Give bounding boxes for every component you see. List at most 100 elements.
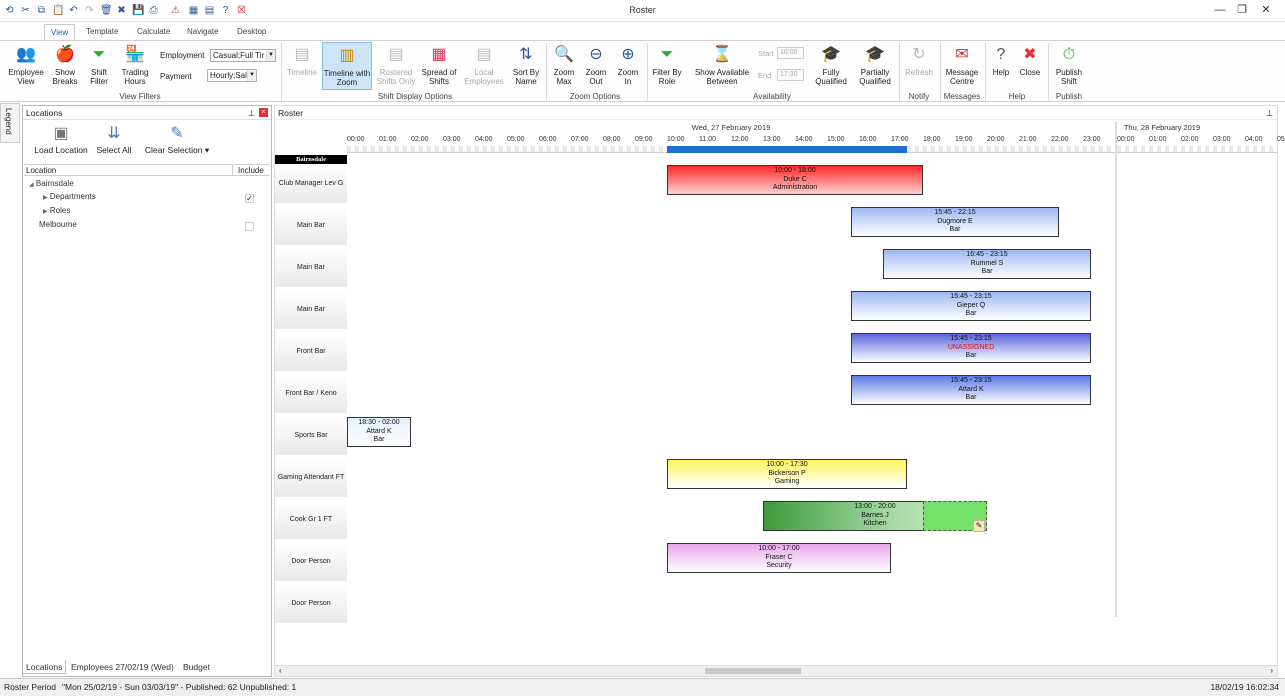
employee-view-button[interactable]: 👥 Employee View — [5, 44, 47, 86]
scroll-right-icon[interactable]: › — [1270, 666, 1273, 675]
scroll-left-icon[interactable]: ‹ — [279, 666, 282, 675]
load-location-button[interactable]: ▣ Load Location — [31, 124, 91, 155]
hour-label: 14:00 — [795, 136, 813, 143]
payment-combo[interactable]: Hourly;Salary ▼ — [207, 69, 257, 82]
start-time-input[interactable]: 10:00 — [777, 47, 804, 59]
locations-panel-header: Locations ⊥ × — [23, 106, 271, 120]
tab-desktop[interactable]: Desktop — [231, 24, 272, 40]
include-checkbox[interactable] — [245, 222, 254, 231]
fully-qualified-label: Fully Qualified — [815, 68, 847, 86]
shift-block[interactable]: 15:45 - 23:15 Attard K Bar — [851, 375, 1091, 405]
employment-label: Employment — [160, 51, 205, 60]
help-icon: ? — [996, 46, 1006, 63]
partially-qualified-button[interactable]: 🎓 Partially Qualified — [855, 44, 895, 86]
hour-label: 21:00 — [1019, 136, 1037, 143]
tree-row-roles[interactable]: ▶ Roles — [25, 204, 271, 218]
show-breaks-button[interactable]: 🍎 Show Breaks — [50, 44, 80, 86]
scroll-thumb[interactable] — [705, 668, 801, 674]
shift-block[interactable]: 18:30 - 02:00 Attard K Bar — [347, 417, 411, 447]
horizontal-scrollbar[interactable]: ‹ › — [275, 665, 1277, 676]
trading-hours-button[interactable]: 🏪 Trading Hours — [118, 44, 152, 86]
hour-label: 17:00 — [891, 136, 909, 143]
tree-row-bairnsdale[interactable]: ◢ Bairnsdale — [25, 177, 271, 191]
timeline-zoom-icon: ▥ — [339, 47, 355, 64]
zoom-out-label: Zoom Out — [585, 68, 607, 86]
select-all-button[interactable]: ⇊ Select All — [93, 124, 135, 155]
tab-budget[interactable]: Budget — [180, 660, 213, 674]
row-label: Front Bar — [275, 332, 347, 372]
shift-block[interactable]: 10:00 - 17:00 Fraser C Security — [667, 543, 891, 573]
rostered-shifts-button[interactable]: ▤ Rostered Shifts Only — [375, 44, 417, 86]
minimize-icon[interactable]: — — [1210, 3, 1230, 17]
pin-icon[interactable]: ⊥ — [248, 106, 255, 120]
tab-template[interactable]: Template — [80, 24, 124, 40]
tree-row-melbourne[interactable]: Melbourne — [25, 218, 271, 232]
col-include[interactable]: Include — [232, 165, 264, 176]
help-label: Help — [992, 68, 1010, 77]
employment-combo[interactable]: Casual;Full Tir ▼ — [210, 49, 276, 62]
shift-time: 10:00 - 17:00 — [758, 545, 800, 552]
zoom-in-button[interactable]: ⊕ Zoom In — [614, 44, 642, 86]
tab-employees[interactable]: Employees 27/02/19 (Wed) — [68, 660, 177, 674]
tab-view[interactable]: View — [44, 24, 76, 40]
clear-selection-button[interactable]: ✎ Clear Selection ▾ — [141, 124, 213, 156]
tab-navigate[interactable]: Navigate — [181, 24, 225, 40]
legend-tab[interactable]: Legend — [0, 103, 20, 143]
col-location[interactable]: Location — [26, 165, 56, 176]
tree-collapse-icon[interactable]: ◢ — [29, 182, 34, 188]
show-available-button[interactable]: ⌛ Show Available Between — [693, 44, 751, 86]
shift-employee: Attard K — [366, 427, 392, 435]
shift-department: Bar — [965, 352, 977, 359]
hour-label: 11:00 — [699, 136, 716, 143]
timeline-icon: ▤ — [294, 46, 310, 63]
legend-label: Legend — [4, 108, 13, 135]
tree-expand-icon[interactable]: ▶ — [43, 195, 48, 201]
end-time-input[interactable]: 17:30 — [777, 69, 804, 81]
fully-qualified-button[interactable]: 🎓 Fully Qualified — [812, 44, 850, 86]
messages-group-label: Messages — [943, 92, 981, 101]
tree-row-departments[interactable]: ▶ Departments — [25, 190, 271, 204]
shift-block[interactable]: 10:00 - 17:30 Bickerson P Gaming — [667, 459, 907, 489]
help-group-label: Help — [1008, 92, 1026, 101]
shift-block[interactable]: 15:45 - 23:15 UNASSIGNED Bar — [851, 333, 1091, 363]
include-checkbox[interactable]: ✓ — [245, 194, 254, 203]
chevron-down-icon: ▼ — [266, 50, 275, 61]
shift-department: Bar — [373, 436, 385, 443]
shift-block[interactable]: 15:45 - 23:15 Gieper Q Bar — [851, 291, 1091, 321]
sort-by-name-button[interactable]: ⇅ Sort By Name — [510, 44, 542, 86]
shift-block[interactable]: 16:45 - 23:15 Rummel S Bar — [883, 249, 1091, 279]
close-button[interactable]: ✖ Close — [1017, 44, 1043, 77]
help-button[interactable]: ? Help — [988, 44, 1014, 77]
shift-block[interactable]: 10:00 - 18:00 Duke C Administration — [667, 165, 923, 195]
close-panel-icon[interactable]: × — [259, 108, 268, 117]
zoom-max-button[interactable]: 🔍 Zoom Max — [550, 44, 578, 86]
zoom-out-button[interactable]: ⊖ Zoom Out — [582, 44, 610, 86]
tab-locations[interactable]: Locations — [22, 660, 67, 674]
hour-label: 00:00 — [1117, 136, 1135, 143]
shift-filter-button[interactable]: ⏷ Shift Filter — [84, 44, 114, 86]
timeline-button[interactable]: ▤ Timeline — [284, 44, 320, 77]
refresh-button[interactable]: ↻ Refresh — [902, 44, 936, 77]
shift-department: Security — [766, 562, 792, 569]
hour-label: 02:00 — [1181, 136, 1199, 143]
refresh-icon: ↻ — [912, 46, 926, 63]
note-icon[interactable]: ✎ — [973, 520, 985, 532]
shift-time: 15:45 - 23:15 — [950, 335, 992, 342]
pin-icon[interactable]: ⊥ — [1266, 106, 1273, 120]
shift-block[interactable]: 15:45 - 22:15 Dugmore E Bar — [851, 207, 1059, 237]
local-icon: ▤ — [476, 46, 492, 63]
hour-label: 16:00 — [859, 136, 877, 143]
filter-by-role-button[interactable]: ⏷ Filter By Role — [650, 44, 684, 86]
tab-calculate[interactable]: Calculate — [131, 24, 176, 40]
timeline-zoom-button[interactable]: ▥ Timeline with Zoom — [322, 42, 372, 90]
message-centre-button[interactable]: ✉ Message Centre — [942, 44, 982, 86]
tree-expand-icon[interactable]: ▶ — [43, 209, 48, 215]
local-employees-button[interactable]: ▤ Local Employees — [462, 44, 506, 86]
spread-shifts-button[interactable]: ▦ Spread of Shifts — [421, 44, 457, 86]
group-separator — [985, 43, 986, 101]
restore-icon[interactable]: ❐ — [1232, 3, 1252, 17]
zoom-range-indicator[interactable] — [667, 146, 907, 153]
close-window-icon[interactable]: ✕ — [1256, 3, 1276, 17]
publish-shift-button[interactable]: ⏱ Publish Shift — [1051, 44, 1087, 86]
shift-employee: Fraser C — [765, 553, 793, 561]
